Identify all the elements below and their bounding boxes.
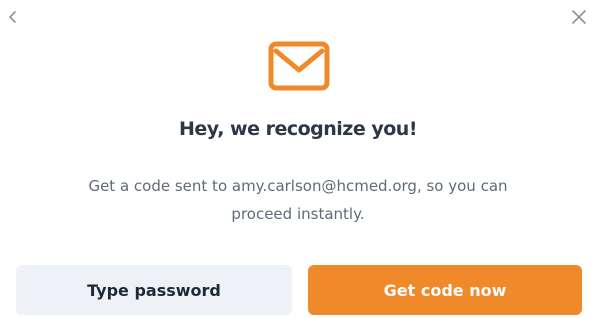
close-icon [572, 10, 586, 24]
close-button[interactable] [566, 4, 592, 30]
back-button[interactable] [0, 4, 26, 30]
recognition-dialog: Hey, we recognize you! Get a code sent t… [0, 0, 596, 318]
chevron-left-icon [9, 11, 16, 23]
get-code-button[interactable]: Get code now [308, 265, 582, 315]
dialog-title: Hey, we recognize you! [179, 118, 418, 140]
message-line-2: proceed instantly. [231, 205, 365, 223]
type-password-button[interactable]: Type password [16, 265, 292, 315]
message-line-1: Get a code sent to amy.carlson@hcmed.org… [88, 177, 508, 195]
dialog-message: Get a code sent to amy.carlson@hcmed.org… [0, 172, 596, 228]
envelope-icon [268, 41, 330, 91]
